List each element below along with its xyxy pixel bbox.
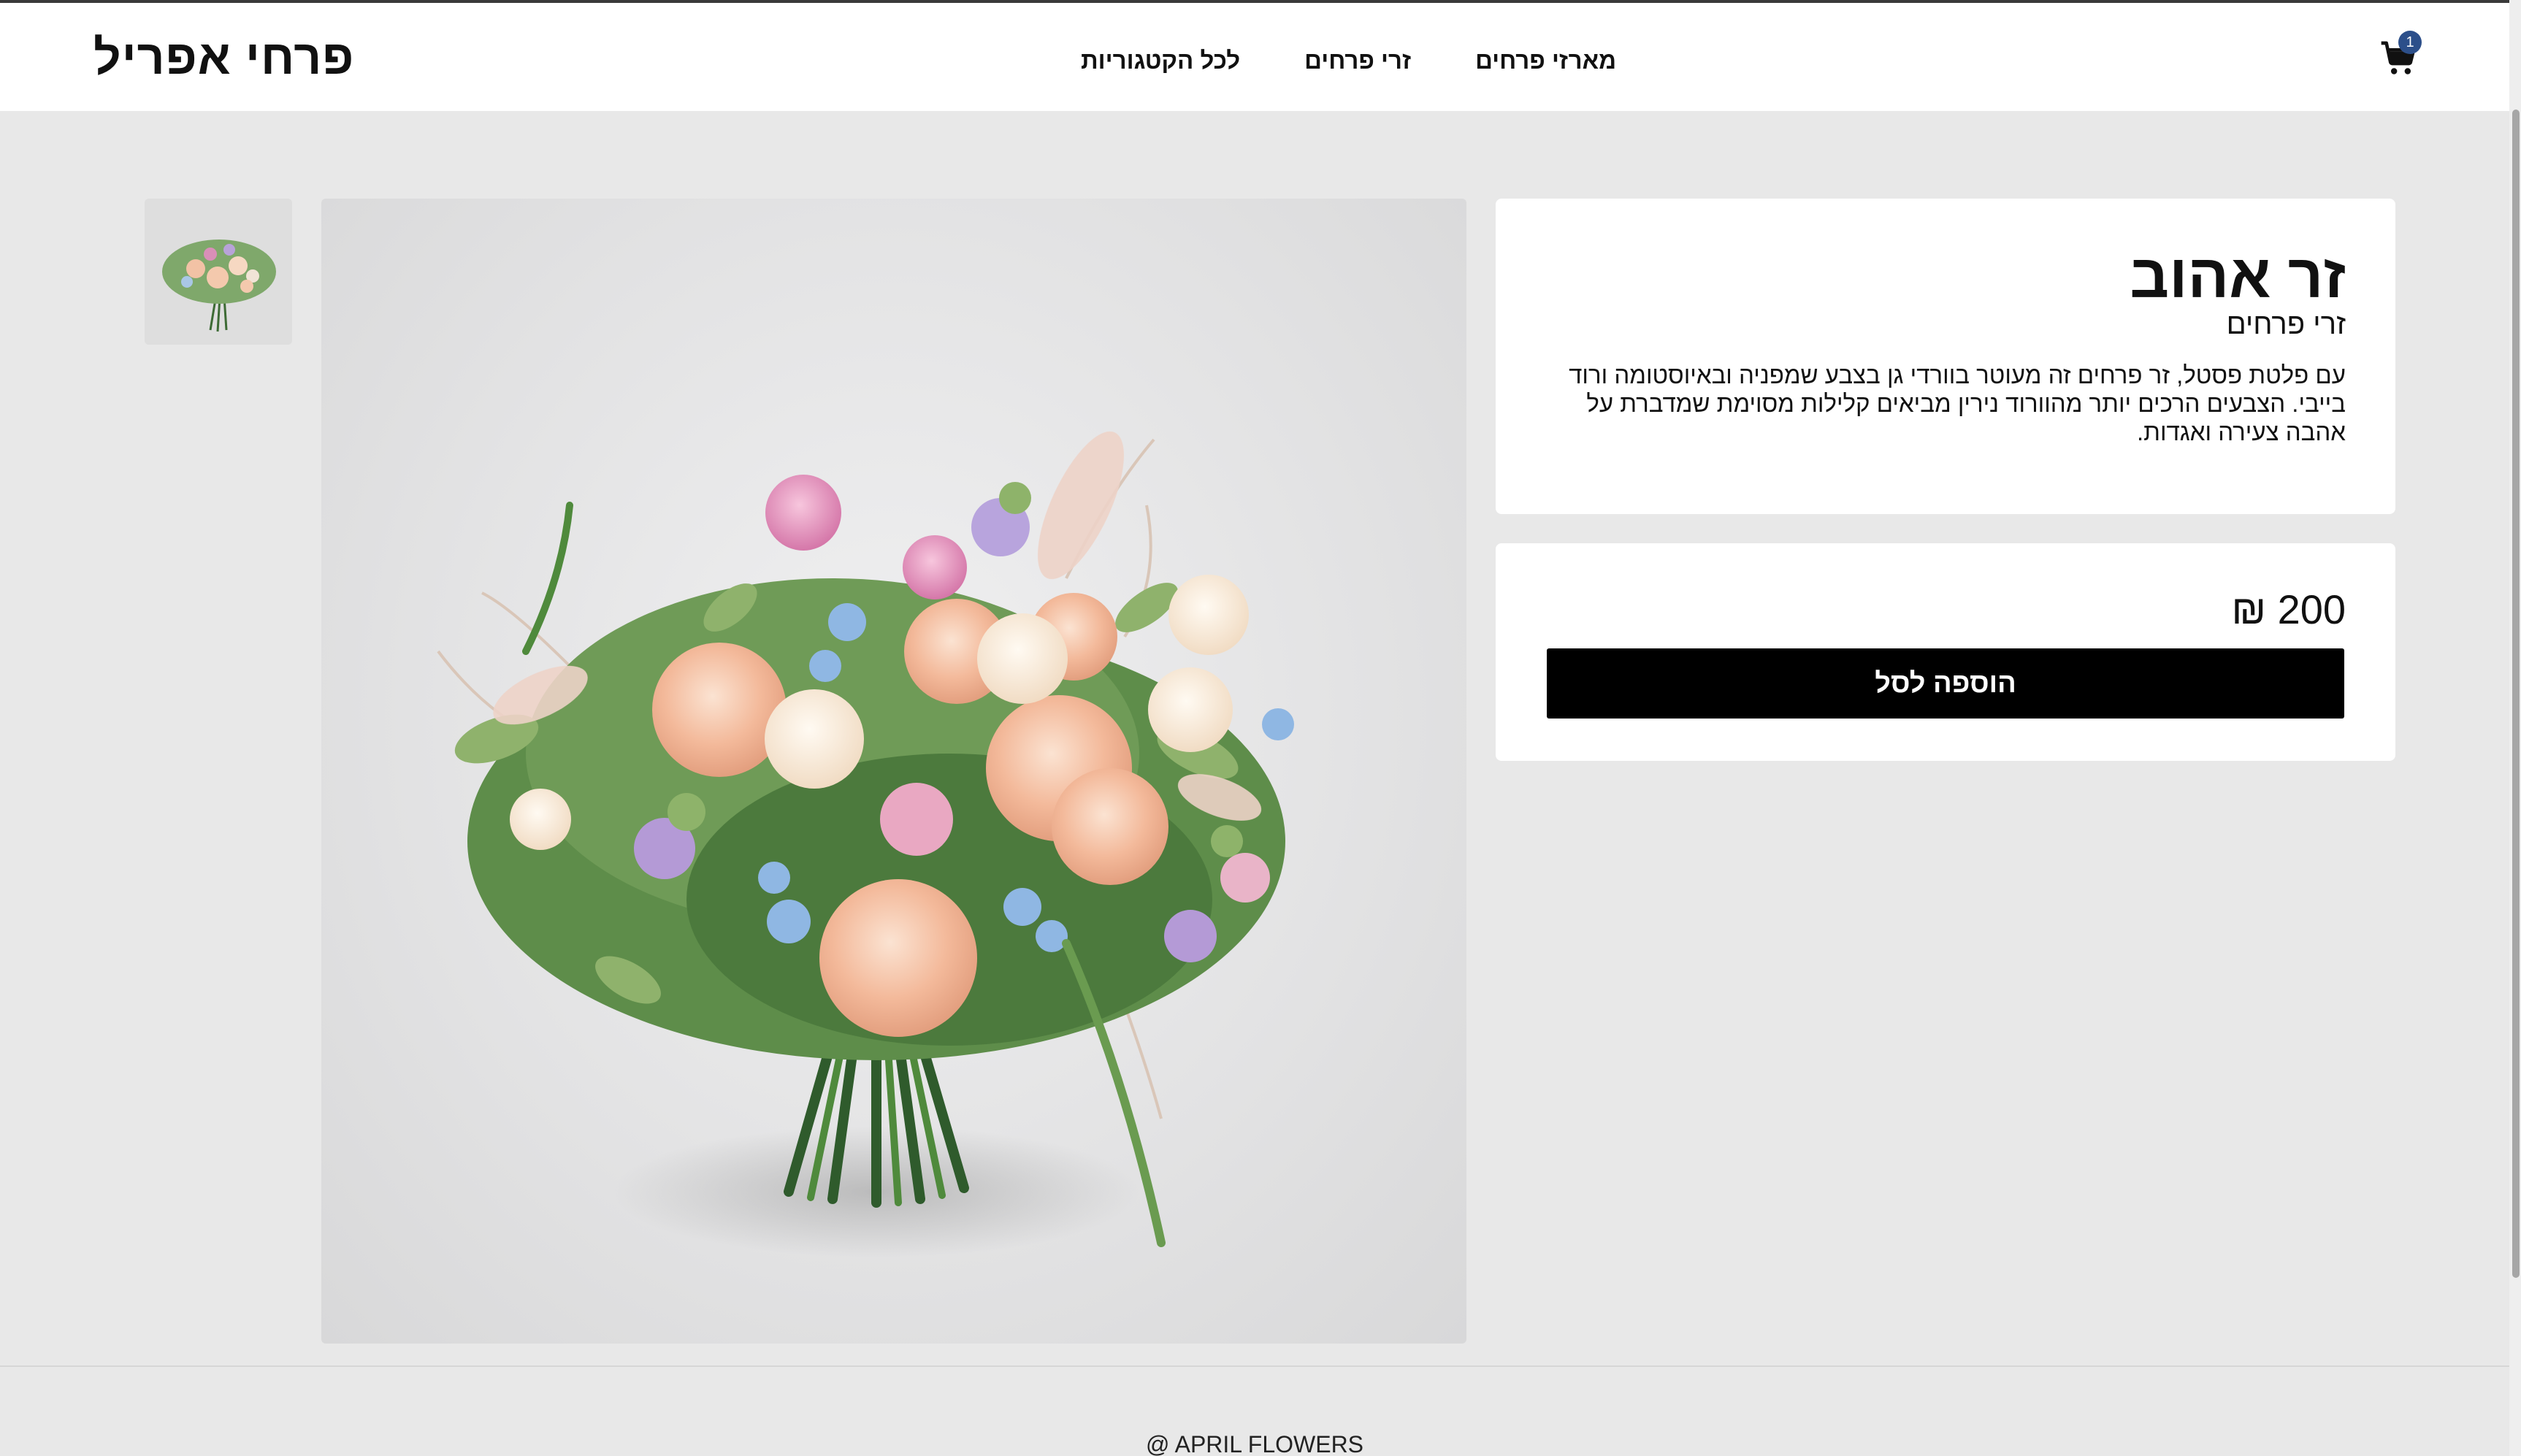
flower-bouquet-photo-icon [437, 431, 1294, 1257]
footer-copyright: @ APRIL FLOWERS [1145, 1431, 1364, 1456]
site-logo[interactable]: פרחי אפריל [93, 28, 354, 86]
scrollbar-thumb[interactable] [2512, 110, 2520, 1278]
product-info-card: זר אהוב זרי פרחים עם פלטת פסטל, זר פרחים… [1496, 199, 2395, 514]
flower-bouquet-thumbnail-icon [145, 199, 292, 345]
cart-count-badge: 1 [2398, 31, 2422, 54]
site-header: פרחי אפריל לכל הקטגוריות זרי פרחים מארזי… [0, 3, 2521, 111]
product-thumbnail[interactable] [145, 199, 292, 345]
product-category: זרי פרחים [2226, 308, 2346, 340]
nav-all-categories[interactable]: לכל הקטגוריות [1081, 42, 1240, 79]
nav-bouquets[interactable]: זרי פרחים [1304, 42, 1411, 79]
product-title: זר אהוב [2130, 242, 2346, 310]
nav-gift-boxes[interactable]: מארזי פרחים [1475, 42, 1616, 79]
footer-divider [0, 1365, 2509, 1367]
add-to-cart-button[interactable]: הוספה לסל [1547, 648, 2344, 719]
purchase-card: 200 ₪ הוספה לסל [1496, 543, 2395, 761]
product-description: עם פלטת פסטל, זר פרחים זה מעוטר בוורדי ג… [1569, 361, 2346, 445]
main-nav: לכל הקטגוריות זרי פרחים מארזי פרחים [1081, 42, 1616, 79]
product-price: 200 ₪ [2231, 586, 2346, 632]
product-main-image [321, 199, 1466, 1344]
